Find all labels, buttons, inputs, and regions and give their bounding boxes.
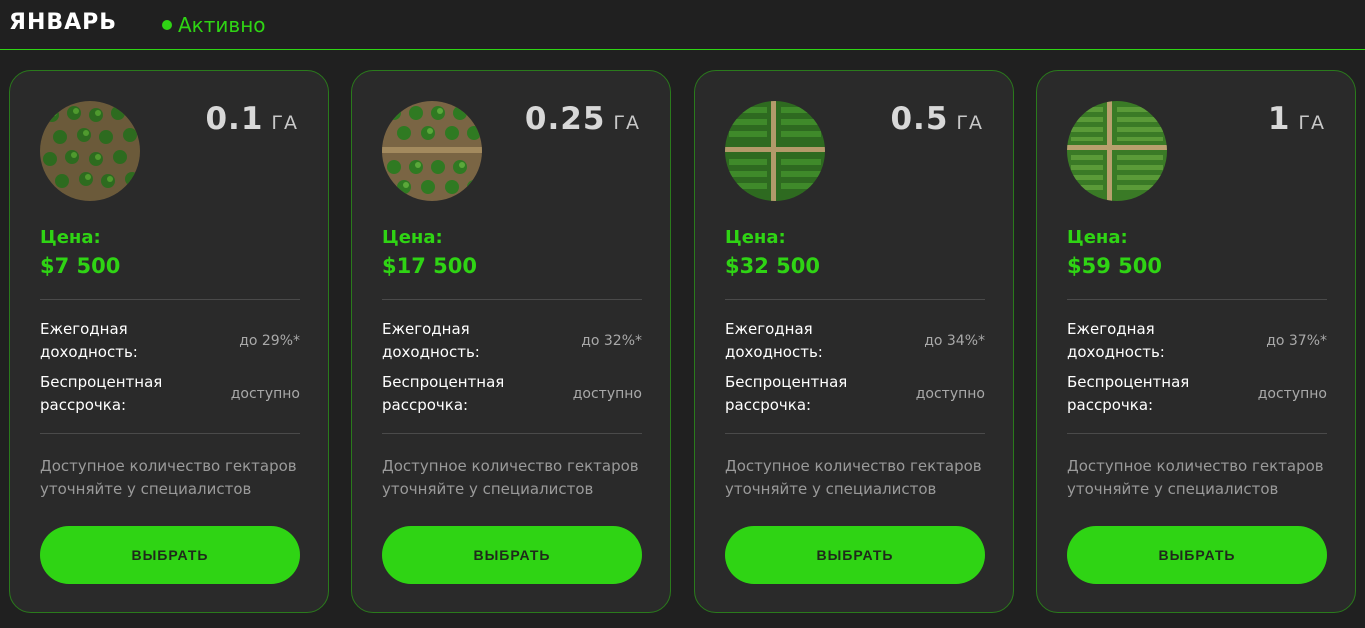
status-dot-icon [162, 20, 172, 30]
divider [382, 433, 642, 434]
price-label: Цена: [382, 227, 443, 248]
yield-value: до 34%* [924, 333, 985, 349]
plantation-photo-icon [40, 101, 140, 201]
installment-value: доступно [915, 386, 985, 402]
area-unit: ГА [613, 112, 640, 134]
price-value: $17 500 [382, 254, 477, 278]
month-header: ЯНВАРЬ Активно [0, 0, 1365, 50]
divider [1067, 433, 1327, 434]
yield-label: Ежегодная доходность: [1067, 320, 1165, 361]
price-label: Цена: [1067, 227, 1128, 248]
divider [725, 299, 985, 300]
divider [40, 433, 300, 434]
status-indicator: Активно [162, 13, 266, 37]
area-value: 0.5 [890, 101, 949, 137]
plantation-photo-icon [725, 101, 825, 201]
price-value: $7 500 [40, 254, 121, 278]
plantation-photo-icon [382, 101, 482, 201]
yield-label: Ежегодная доходность: [40, 320, 138, 361]
select-button[interactable]: ВЫБРАТЬ [1067, 526, 1327, 584]
plan-area: 0.5 ГА [890, 101, 983, 137]
plan-card: 1 ГА Цена: $59 500 Ежегодная доходность:… [1036, 70, 1356, 613]
divider [382, 299, 642, 300]
price-label: Цена: [40, 227, 101, 248]
area-unit: ГА [271, 112, 298, 134]
select-button[interactable]: ВЫБРАТЬ [382, 526, 642, 584]
price-value: $59 500 [1067, 254, 1162, 278]
yield-row: Ежегодная доходность: до 32%* [382, 318, 642, 364]
availability-note: Доступное количество гектаров уточняйте … [1067, 457, 1324, 498]
installment-row: Беспроцентная рассрочка: доступно [382, 371, 642, 417]
yield-value: до 29%* [239, 333, 300, 349]
yield-value: до 37%* [1266, 333, 1327, 349]
plantation-photo-icon [1067, 101, 1167, 201]
availability-note: Доступное количество гектаров уточняйте … [725, 457, 982, 498]
divider [725, 433, 985, 434]
area-value: 0.25 [524, 101, 606, 137]
divider [40, 299, 300, 300]
availability-note: Доступное количество гектаров уточняйте … [40, 457, 297, 498]
yield-label: Ежегодная доходность: [725, 320, 823, 361]
installment-label: Беспроцентная рассрочка: [40, 373, 163, 414]
area-unit: ГА [1298, 112, 1325, 134]
plan-area: 1 ГА [1268, 101, 1325, 137]
plan-area: 0.1 ГА [205, 101, 298, 137]
plan-area: 0.25 ГА [525, 101, 640, 137]
price-value: $32 500 [725, 254, 820, 278]
plan-card: 0.5 ГА Цена: $32 500 Ежегодная доходност… [694, 70, 1014, 613]
installment-row: Беспроцентная рассрочка: доступно [725, 371, 985, 417]
plan-card: 0.1 ГА Цена: $7 500 Ежегодная доходность… [9, 70, 329, 613]
installment-label: Беспроцентная рассрочка: [382, 373, 505, 414]
installment-value: доступно [572, 386, 642, 402]
installment-row: Беспроцентная рассрочка: доступно [1067, 371, 1327, 417]
installment-row: Беспроцентная рассрочка: доступно [40, 371, 300, 417]
installment-value: доступно [230, 386, 300, 402]
availability-note: Доступное количество гектаров уточняйте … [382, 457, 639, 498]
status-label: Активно [178, 13, 266, 37]
installment-label: Беспроцентная рассрочка: [725, 373, 848, 414]
select-button[interactable]: ВЫБРАТЬ [40, 526, 300, 584]
select-button[interactable]: ВЫБРАТЬ [725, 526, 985, 584]
yield-label: Ежегодная доходность: [382, 320, 480, 361]
area-unit: ГА [956, 112, 983, 134]
yield-row: Ежегодная доходность: до 29%* [40, 318, 300, 364]
divider [1067, 299, 1327, 300]
yield-row: Ежегодная доходность: до 34%* [725, 318, 985, 364]
area-value: 1 [1267, 101, 1291, 137]
area-value: 0.1 [205, 101, 264, 137]
yield-row: Ежегодная доходность: до 37%* [1067, 318, 1327, 364]
price-label: Цена: [725, 227, 786, 248]
yield-value: до 32%* [581, 333, 642, 349]
installment-value: доступно [1257, 386, 1327, 402]
month-title: ЯНВАРЬ [9, 10, 118, 35]
plan-card: 0.25 ГА Цена: $17 500 Ежегодная доходнос… [351, 70, 671, 613]
installment-label: Беспроцентная рассрочка: [1067, 373, 1190, 414]
